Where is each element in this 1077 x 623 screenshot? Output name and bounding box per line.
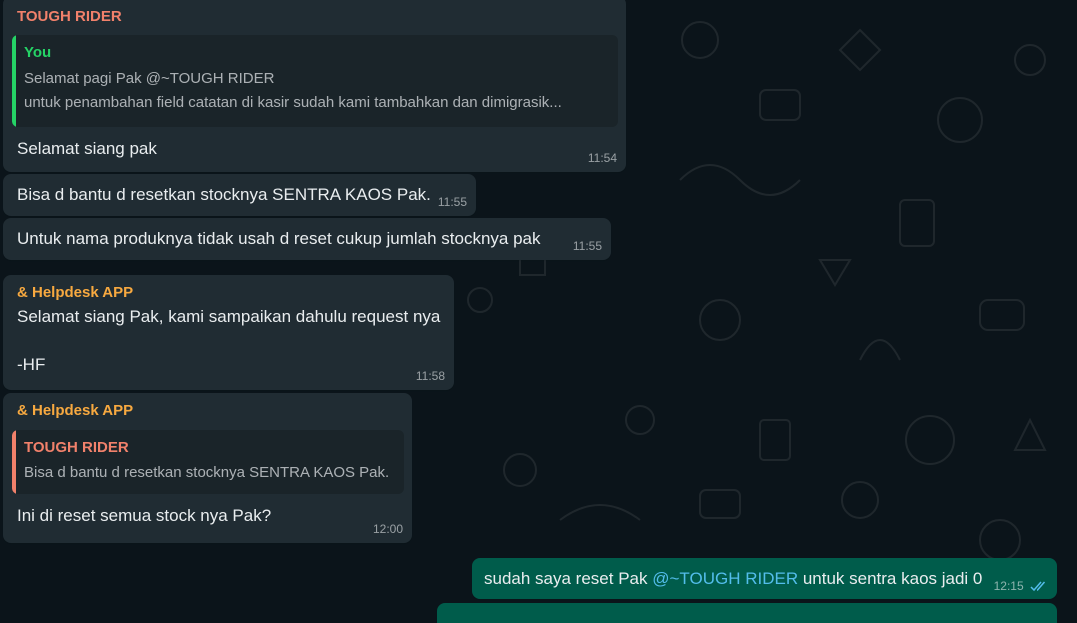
quoted-message[interactable]: You Selamat pagi Pak @~TOUGH RIDER untuk…	[12, 35, 618, 127]
message-text-line-2: -HF	[17, 355, 46, 374]
message-text-start: sudah saya reset Pak	[484, 569, 653, 588]
message-time: 12:00	[372, 522, 403, 536]
message-text-end: untuk sentra kaos jadi 0	[798, 569, 983, 588]
message-bubble-3[interactable]: Untuk nama produknya tidak usah d reset …	[3, 218, 611, 260]
quote-text-line-1: Bisa d bantu d resetkan stocknya SENTRA …	[24, 464, 390, 481]
message-bubble-outgoing[interactable]: sudah saya reset Pak @~TOUGH RIDER untuk…	[472, 558, 1057, 599]
message-bubble-outgoing-partial[interactable]	[437, 603, 1057, 623]
message-text: Untuk nama produknya tidak usah d reset …	[17, 229, 541, 248]
sender-name[interactable]: & Helpdesk APP	[17, 282, 446, 304]
message-text: Ini di reset semua stock nya Pak?	[17, 506, 272, 525]
double-check-read-icon	[1030, 581, 1046, 592]
quote-text-line-2: untuk penambahan field catatan di kasir …	[24, 94, 562, 111]
quote-accent-bar	[12, 35, 16, 127]
message-time: 11:55	[437, 195, 467, 209]
quote-author: You	[24, 44, 52, 61]
mention-link[interactable]: @~TOUGH RIDER	[652, 569, 798, 588]
message-text: Selamat siang pak	[17, 139, 157, 158]
message-bubble-4[interactable]: & Helpdesk APP Selamat siang Pak, kami s…	[3, 275, 454, 390]
message-time: 11:58	[415, 369, 445, 383]
sender-name[interactable]: TOUGH RIDER	[17, 6, 618, 28]
message-bubble-2[interactable]: Bisa d bantu d resetkan stocknya SENTRA …	[3, 174, 476, 216]
message-text: Bisa d bantu d resetkan stocknya SENTRA …	[17, 185, 431, 204]
message-text: sudah saya reset Pak @~TOUGH RIDER untuk…	[484, 567, 1049, 591]
sender-name[interactable]: & Helpdesk APP	[17, 400, 404, 422]
quoted-message[interactable]: TOUGH RIDER Bisa d bantu d resetkan stoc…	[12, 430, 404, 494]
quote-text-line-1: Selamat pagi Pak @~TOUGH RIDER	[24, 70, 275, 87]
message-bubble-5[interactable]: & Helpdesk APP TOUGH RIDER Bisa d bantu …	[3, 393, 412, 543]
quote-author: TOUGH RIDER	[24, 439, 129, 456]
message-text-line-1: Selamat siang Pak, kami sampaikan dahulu…	[17, 307, 441, 326]
message-bubble-1[interactable]: TOUGH RIDER You Selamat pagi Pak @~TOUGH…	[3, 0, 626, 172]
quote-accent-bar	[12, 430, 16, 494]
message-time: 11:55	[572, 239, 602, 253]
message-status: 12:15	[994, 579, 1048, 593]
message-time: 12:15	[993, 579, 1024, 593]
message-time: 11:54	[587, 151, 617, 165]
